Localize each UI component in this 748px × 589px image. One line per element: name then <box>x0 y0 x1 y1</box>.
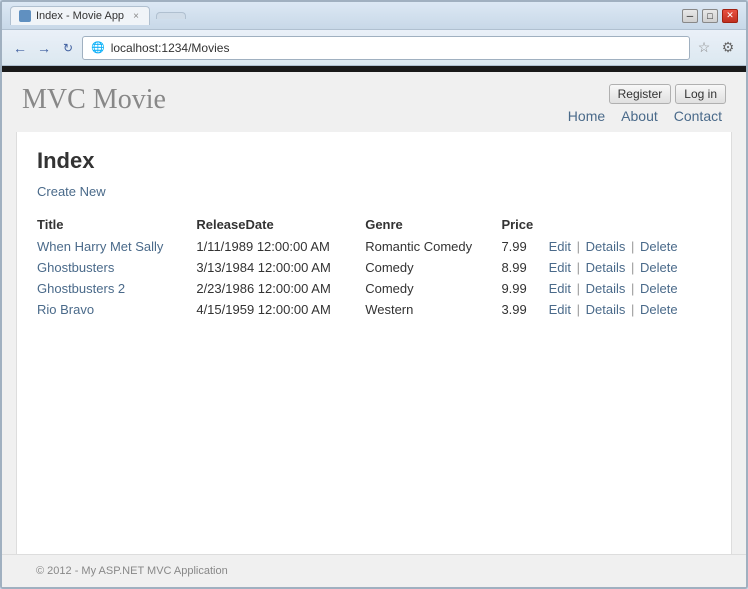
page-footer-area: © 2012 - My ASP.NET MVC Application <box>2 554 746 587</box>
movie-price: 8.99 <box>501 257 548 278</box>
movie-price: 3.99 <box>501 299 548 320</box>
table-row: Ghostbusters 2 2/23/1986 12:00:00 AMComed… <box>37 278 711 299</box>
table-row: When Harry Met Sally 1/11/1989 12:00:00 A… <box>37 236 711 257</box>
delete-link[interactable]: Delete <box>640 260 678 275</box>
browser-window-controls: ─ □ ✕ <box>682 9 738 23</box>
separator: | <box>573 302 584 317</box>
movie-release-date: 4/15/1959 12:00:00 AM <box>196 299 365 320</box>
create-new-link[interactable]: Create New <box>37 184 106 199</box>
browser-tab-inactive[interactable] <box>156 12 186 19</box>
settings-button[interactable]: ⚙ <box>718 38 738 58</box>
forward-button[interactable]: → <box>34 38 54 58</box>
delete-link[interactable]: Delete <box>640 302 678 317</box>
details-link[interactable]: Details <box>586 260 626 275</box>
movie-actions: Edit | Details | Delete <box>549 257 711 278</box>
nav-contact-link[interactable]: Contact <box>674 108 722 124</box>
delete-link[interactable]: Delete <box>640 239 678 254</box>
col-header-genre: Genre <box>365 213 501 236</box>
tab-title: Index - Movie App <box>36 10 124 22</box>
app-header: MVC Movie Register Log in Home About Con… <box>2 72 746 132</box>
movie-title-link[interactable]: Ghostbusters <box>37 260 114 275</box>
nav-links: Home About Contact <box>568 108 726 124</box>
address-lock-icon: 🌐 <box>91 41 105 54</box>
table-row: Ghostbusters 3/13/1984 12:00:00 AMComedy8… <box>37 257 711 278</box>
separator: | <box>573 239 584 254</box>
login-button[interactable]: Log in <box>675 84 726 104</box>
movie-genre: Comedy <box>365 278 501 299</box>
close-button[interactable]: ✕ <box>722 9 738 23</box>
nav-about-link[interactable]: About <box>621 108 658 124</box>
page-heading: Index <box>37 148 711 174</box>
tab-favicon <box>19 10 31 22</box>
col-header-actions <box>549 213 711 236</box>
header-right: Register Log in Home About Contact <box>568 84 726 124</box>
movie-title-link[interactable]: Rio Bravo <box>37 302 94 317</box>
movie-title-link[interactable]: Ghostbusters 2 <box>37 281 125 296</box>
edit-link[interactable]: Edit <box>549 302 571 317</box>
table-row: Rio Bravo 4/15/1959 12:00:00 AMWestern3.9… <box>37 299 711 320</box>
col-header-title: Title <box>37 213 196 236</box>
movie-actions: Edit | Details | Delete <box>549 278 711 299</box>
edit-link[interactable]: Edit <box>549 239 571 254</box>
address-text: localhost:1234/Movies <box>111 41 230 55</box>
browser-tab-active[interactable]: Index - Movie App × <box>10 6 150 25</box>
movie-release-date: 2/23/1986 12:00:00 AM <box>196 278 365 299</box>
edit-link[interactable]: Edit <box>549 281 571 296</box>
browser-toolbar: ← → ↻ 🌐 localhost:1234/Movies ☆ ⚙ <box>2 30 746 66</box>
separator: | <box>627 281 638 296</box>
movie-release-date: 1/11/1989 12:00:00 AM <box>196 236 365 257</box>
movie-actions: Edit | Details | Delete <box>549 236 711 257</box>
app-title: MVC Movie <box>22 84 166 116</box>
movie-genre: Romantic Comedy <box>365 236 501 257</box>
page-footer: © 2012 - My ASP.NET MVC Application <box>2 555 746 587</box>
movie-actions: Edit | Details | Delete <box>549 299 711 320</box>
movie-release-date: 3/13/1984 12:00:00 AM <box>196 257 365 278</box>
movie-price: 9.99 <box>501 278 548 299</box>
details-link[interactable]: Details <box>586 302 626 317</box>
edit-link[interactable]: Edit <box>549 260 571 275</box>
separator: | <box>627 260 638 275</box>
movie-title-link[interactable]: When Harry Met Sally <box>37 239 163 254</box>
browser-window: Index - Movie App × ─ □ ✕ ← → ↻ 🌐 localh… <box>0 0 748 589</box>
movie-price: 7.99 <box>501 236 548 257</box>
movie-genre: Comedy <box>365 257 501 278</box>
details-link[interactable]: Details <box>586 239 626 254</box>
bookmark-button[interactable]: ☆ <box>694 38 714 58</box>
maximize-button[interactable]: □ <box>702 9 718 23</box>
movie-genre: Western <box>365 299 501 320</box>
browser-title-area: Index - Movie App × <box>10 6 186 25</box>
minimize-button[interactable]: ─ <box>682 9 698 23</box>
nav-home-link[interactable]: Home <box>568 108 605 124</box>
auth-buttons: Register Log in <box>609 84 726 104</box>
separator: | <box>573 281 584 296</box>
separator: | <box>627 302 638 317</box>
separator: | <box>627 239 638 254</box>
details-link[interactable]: Details <box>586 281 626 296</box>
delete-link[interactable]: Delete <box>640 281 678 296</box>
refresh-button[interactable]: ↻ <box>58 38 78 58</box>
separator: | <box>573 260 584 275</box>
back-button[interactable]: ← <box>10 38 30 58</box>
browser-titlebar: Index - Movie App × ─ □ ✕ <box>2 2 746 30</box>
register-button[interactable]: Register <box>609 84 672 104</box>
address-bar[interactable]: 🌐 localhost:1234/Movies <box>82 36 690 60</box>
tab-close-icon[interactable]: × <box>133 11 139 22</box>
page-content: MVC Movie Register Log in Home About Con… <box>2 66 746 587</box>
page-body: Index Create New Title ReleaseDate Genre… <box>16 132 732 554</box>
movie-table: Title ReleaseDate Genre Price When Harry… <box>37 213 711 320</box>
col-header-releasedate: ReleaseDate <box>196 213 365 236</box>
table-header-row: Title ReleaseDate Genre Price <box>37 213 711 236</box>
col-header-price: Price <box>501 213 548 236</box>
